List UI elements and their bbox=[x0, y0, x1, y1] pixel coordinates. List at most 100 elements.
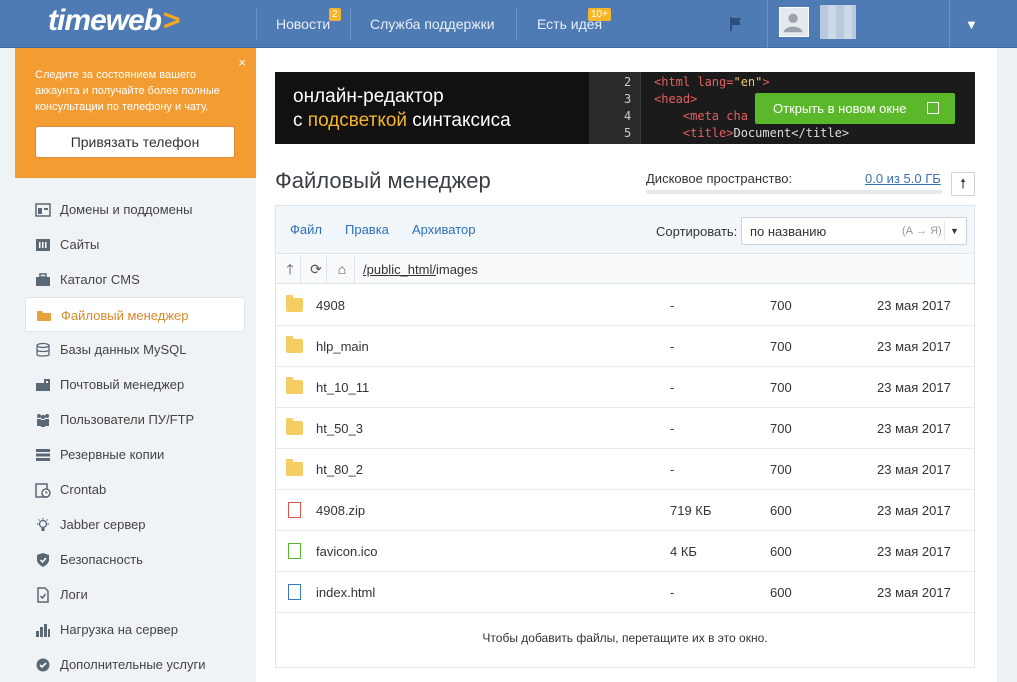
table-row[interactable]: index.html - 600 23 мая 2017 bbox=[276, 572, 974, 613]
sidebar-item-domains[interactable]: Домены и поддомены bbox=[25, 192, 245, 227]
arrow-up-icon[interactable]: 🡑 bbox=[282, 261, 298, 277]
code-line: <meta cha bbox=[654, 108, 748, 125]
top-bar: timeweb> Новости 2 Служба поддержки Есть… bbox=[0, 0, 1017, 48]
sidebar-item-sites[interactable]: Сайты bbox=[25, 227, 245, 262]
file-size: - bbox=[670, 339, 675, 354]
sidebar-item-jabber[interactable]: Jabber сервер bbox=[25, 507, 245, 542]
chevron-down-icon[interactable]: ▼ bbox=[965, 17, 978, 32]
close-icon[interactable]: × bbox=[238, 55, 246, 70]
sidebar-item-label: Домены и поддомены bbox=[60, 202, 193, 217]
file-name[interactable]: index.html bbox=[316, 585, 375, 600]
flag-icon[interactable] bbox=[728, 16, 744, 32]
cms-icon bbox=[36, 273, 50, 286]
file-name[interactable]: ht_80_2 bbox=[316, 462, 363, 477]
table-row[interactable]: ht_80_2 - 700 23 мая 2017 bbox=[276, 449, 974, 490]
sidebar-item-crontab[interactable]: Crontab bbox=[25, 472, 245, 507]
code-string: "en" bbox=[733, 75, 763, 89]
file-name[interactable]: ht_50_3 bbox=[316, 421, 363, 436]
external-link-icon bbox=[927, 102, 939, 114]
file-name[interactable]: 4908 bbox=[316, 298, 345, 313]
sort-select[interactable]: по названию (А → Я) ▼ bbox=[741, 217, 967, 245]
nav-separator bbox=[516, 8, 517, 40]
table-row[interactable]: 4908.zip 719 КБ 600 23 мая 2017 bbox=[276, 490, 974, 531]
nav-separator bbox=[350, 8, 351, 40]
table-row[interactable]: hlp_main - 700 23 мая 2017 bbox=[276, 326, 974, 367]
sidebar-item-users[interactable]: Пользователи ПУ/FTP bbox=[25, 402, 245, 437]
logo-chevron: > bbox=[163, 4, 181, 37]
file-size: 4 КБ bbox=[670, 544, 697, 559]
banner-text: онлайн-редактор с подсветкой синтаксиса bbox=[293, 85, 511, 133]
sidebar-item-file-manager[interactable]: Файловый менеджер bbox=[25, 297, 245, 332]
bind-phone-button[interactable]: Привязать телефон bbox=[35, 126, 235, 158]
sidebar-item-mail[interactable]: Почтовый менеджер bbox=[25, 367, 245, 402]
user-menu[interactable] bbox=[767, 0, 950, 48]
open-new-window-button[interactable]: Открыть в новом окне bbox=[755, 93, 955, 124]
sidebar-item-extra-services[interactable]: Дополнительные услуги bbox=[25, 647, 245, 682]
table-row[interactable]: ht_50_3 - 700 23 мая 2017 bbox=[276, 408, 974, 449]
refresh-icon[interactable]: ⟳ bbox=[308, 261, 324, 277]
sidebar-item-label: Почтовый менеджер bbox=[60, 377, 185, 392]
line-number: 3 bbox=[624, 92, 632, 106]
fm-toolbar: Файл Правка Архиватор Сортировать: по на… bbox=[276, 206, 974, 254]
jabber-icon bbox=[37, 518, 49, 531]
code-token: <html lang= bbox=[654, 75, 734, 89]
sort-direction: (А → Я) bbox=[902, 225, 942, 237]
idea-badge: 10+ bbox=[588, 8, 611, 21]
file-name[interactable]: hlp_main bbox=[316, 339, 369, 354]
file-name[interactable]: 4908.zip bbox=[316, 503, 365, 518]
sort-label: Сортировать: bbox=[656, 224, 738, 239]
file-date: 23 мая 2017 bbox=[877, 544, 951, 559]
sidebar-item-security[interactable]: Безопасность bbox=[25, 542, 245, 577]
zip-file-icon bbox=[288, 502, 301, 518]
sidebar-item-logs[interactable]: Логи bbox=[25, 577, 245, 612]
menu-edit[interactable]: Правка bbox=[345, 222, 389, 237]
menu-archiver[interactable]: Архиватор bbox=[412, 222, 476, 237]
sidebar-item-label: Сайты bbox=[60, 237, 100, 252]
line-number: 2 bbox=[624, 75, 632, 89]
disk-usage-link[interactable]: 0.0 из 5.0 ГБ bbox=[865, 171, 941, 186]
promo-text: Следите за состоянием вашего аккаунта и … bbox=[35, 69, 220, 113]
home-icon[interactable]: ⌂ bbox=[334, 261, 350, 277]
sidebar-item-mysql[interactable]: Базы данных MySQL bbox=[25, 332, 245, 367]
table-row[interactable]: 4908 - 700 23 мая 2017 bbox=[276, 285, 974, 326]
timeweb-logo[interactable]: timeweb> bbox=[48, 4, 181, 38]
table-row[interactable]: ht_10_11 - 700 23 мая 2017 bbox=[276, 367, 974, 408]
file-size: - bbox=[670, 585, 675, 600]
nav-news[interactable]: Новости bbox=[276, 0, 330, 48]
file-date: 23 мая 2017 bbox=[877, 339, 951, 354]
editor-banner[interactable]: онлайн-редактор с подсветкой синтаксиса … bbox=[275, 72, 975, 144]
code-gutter bbox=[589, 72, 641, 144]
file-date: 23 мая 2017 bbox=[877, 503, 951, 518]
file-perm: 600 bbox=[770, 503, 792, 518]
file-size: - bbox=[670, 421, 675, 436]
file-manager: Файл Правка Архиватор Сортировать: по на… bbox=[275, 205, 975, 668]
banner-line-2-post: синтаксиса bbox=[407, 110, 511, 131]
folder-icon bbox=[286, 295, 303, 312]
upload-button[interactable]: 🠕 bbox=[951, 172, 975, 196]
news-badge: 2 bbox=[329, 8, 341, 21]
file-perm: 700 bbox=[770, 462, 792, 477]
file-name[interactable]: favicon.ico bbox=[316, 544, 377, 559]
folder-icon bbox=[286, 459, 303, 476]
code-line: <html lang="en"> bbox=[654, 74, 770, 91]
banner-line-1: онлайн-редактор bbox=[293, 86, 444, 107]
nav-separator bbox=[256, 8, 257, 40]
sidebar-item-cms[interactable]: Каталог CMS bbox=[25, 262, 245, 297]
breadcrumb-root[interactable]: /public_html/ bbox=[363, 262, 436, 277]
banner-line-2: с подсветкой синтаксиса bbox=[293, 109, 511, 133]
avatar bbox=[779, 7, 809, 37]
sidebar-item-backup[interactable]: Резервные копии bbox=[25, 437, 245, 472]
html-file-icon bbox=[288, 584, 301, 600]
table-row[interactable]: favicon.ico 4 КБ 600 23 мая 2017 bbox=[276, 531, 974, 572]
file-date: 23 мая 2017 bbox=[877, 585, 951, 600]
sidebar-item-label: Дополнительные услуги bbox=[60, 657, 206, 672]
file-name[interactable]: ht_10_11 bbox=[316, 380, 369, 395]
sidebar-item-server-load[interactable]: Нагрузка на сервер bbox=[25, 612, 245, 647]
code-token: > bbox=[762, 75, 770, 89]
button-label: Открыть в новом окне bbox=[773, 101, 907, 116]
breadcrumb: /public_html/images bbox=[363, 262, 478, 277]
nav-support[interactable]: Служба поддержки bbox=[370, 0, 495, 48]
code-token: Document</title> bbox=[733, 126, 850, 140]
menu-file[interactable]: Файл bbox=[290, 222, 322, 237]
file-size: 719 КБ bbox=[670, 503, 712, 518]
